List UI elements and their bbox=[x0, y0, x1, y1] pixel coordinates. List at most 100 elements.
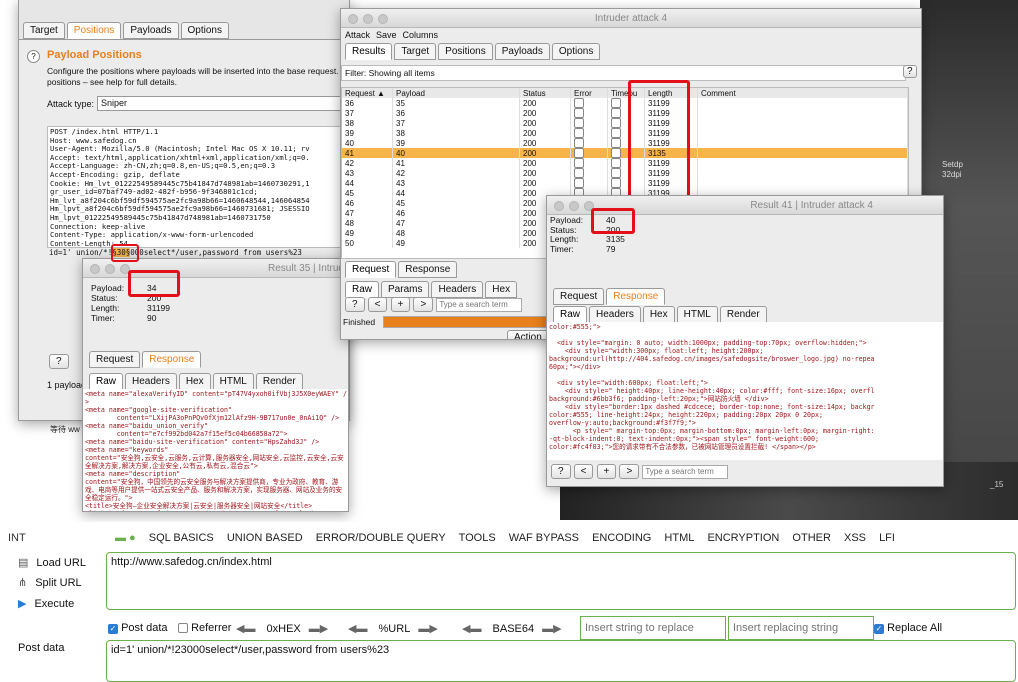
load-url-action[interactable]: ▤ Load URL bbox=[18, 556, 86, 569]
subtab-hex[interactable]: Hex bbox=[485, 281, 518, 298]
response-body[interactable]: color:#555;"> <div style="margin: 0 auto… bbox=[547, 322, 943, 460]
col-comment[interactable]: Comment bbox=[697, 88, 908, 98]
table-row[interactable]: 42 41 200 31199 bbox=[342, 158, 908, 168]
help-icon[interactable]: ? bbox=[27, 50, 40, 63]
help-button[interactable]: ? bbox=[345, 297, 365, 312]
table-row[interactable]: 39 38 200 31199 bbox=[342, 128, 908, 138]
subtab-raw[interactable]: Raw bbox=[89, 373, 124, 390]
subtab-render[interactable]: Render bbox=[255, 373, 303, 390]
actions-button[interactable]: Action bbox=[507, 330, 549, 339]
post-data-checkbox[interactable]: ✓ Post data bbox=[108, 622, 168, 634]
hex-encode-button[interactable]: ◀▬ 0xHEX ▬▶ bbox=[236, 622, 328, 635]
menu-columns[interactable]: Columns bbox=[403, 30, 439, 40]
menu-error-double[interactable]: ERROR/DOUBLE QUERY bbox=[316, 532, 446, 544]
subtab-raw[interactable]: Raw bbox=[345, 281, 380, 298]
help-button[interactable]: ? bbox=[551, 464, 571, 479]
table-row[interactable]: 44 43 200 31199 bbox=[342, 178, 908, 188]
subtab-hex[interactable]: Hex bbox=[178, 373, 211, 390]
response-body[interactable]: <meta name="alexaVerifyID" content="pT47… bbox=[83, 389, 348, 511]
prev-button[interactable]: < bbox=[367, 297, 388, 312]
tab-target[interactable]: Target bbox=[23, 22, 65, 39]
tab-response[interactable]: Response bbox=[606, 288, 666, 305]
menu-other[interactable]: OTHER bbox=[792, 532, 831, 544]
close-icon[interactable] bbox=[554, 201, 564, 211]
minimize-icon[interactable] bbox=[105, 264, 115, 274]
url-field[interactable]: http://www.safedog.cn/index.html bbox=[106, 552, 1016, 610]
post-data-field[interactable]: id=1' union/*!23000select*/user,password… bbox=[106, 640, 1016, 682]
tab-request[interactable]: Request bbox=[553, 288, 605, 305]
menu-html[interactable]: HTML bbox=[664, 532, 694, 544]
table-row[interactable]: 37 36 200 31199 bbox=[342, 108, 908, 118]
replace-all-checkbox[interactable]: ✓ Replace All bbox=[874, 622, 942, 634]
col-error[interactable]: Error bbox=[570, 88, 608, 98]
tab-options[interactable]: Options bbox=[180, 22, 229, 39]
menu-xss[interactable]: XSS bbox=[844, 532, 866, 544]
subtab-headers[interactable]: Headers bbox=[589, 306, 641, 323]
replace-string-input[interactable] bbox=[580, 616, 726, 640]
menu-union-based[interactable]: UNION BASED bbox=[227, 532, 303, 544]
subtab-headers[interactable]: Headers bbox=[125, 373, 177, 390]
table-row[interactable]: 43 42 200 31199 bbox=[342, 168, 908, 178]
tab-positions[interactable]: Positions bbox=[66, 22, 122, 39]
tab-request[interactable]: Request bbox=[89, 351, 141, 368]
close-icon[interactable] bbox=[90, 264, 100, 274]
post-body[interactable]: id=1' union/*!§30§000select*/user,passwo… bbox=[49, 248, 302, 257]
referrer-checkbox[interactable]: Referrer bbox=[178, 622, 231, 634]
url-encode-button[interactable]: ◀▬ %URL ▬▶ bbox=[348, 622, 438, 635]
menu-encoding[interactable]: ENCODING bbox=[592, 532, 651, 544]
execute-action[interactable]: ▶ Execute bbox=[18, 597, 74, 610]
table-row[interactable]: 40 39 200 31199 bbox=[342, 138, 908, 148]
next-button[interactable]: > bbox=[413, 297, 434, 312]
prev-button[interactable]: < bbox=[573, 464, 594, 479]
col-request[interactable]: Request ▲ bbox=[342, 88, 393, 98]
minimize-icon[interactable] bbox=[569, 201, 579, 211]
replacing-string-input[interactable] bbox=[728, 616, 874, 640]
tab-response[interactable]: Response bbox=[142, 351, 202, 368]
table-row[interactable]: 41 40 200 3135 bbox=[342, 148, 908, 158]
tab-positions[interactable]: Positions bbox=[438, 43, 493, 60]
subtab-html[interactable]: HTML bbox=[212, 373, 254, 390]
menu-encryption[interactable]: ENCRYPTION bbox=[707, 532, 779, 544]
tab-payloads[interactable]: Payloads bbox=[494, 43, 550, 60]
menu-tools[interactable]: TOOLS bbox=[459, 532, 496, 544]
attack-type-select[interactable]: Sniper bbox=[97, 96, 349, 111]
subtab-params[interactable]: Params bbox=[381, 281, 430, 298]
next-button[interactable]: > bbox=[619, 464, 640, 479]
tab-options[interactable]: Options bbox=[551, 43, 601, 60]
question-button[interactable]: ? bbox=[49, 354, 69, 369]
add-button[interactable]: + bbox=[390, 297, 411, 312]
subtab-html[interactable]: HTML bbox=[676, 306, 718, 323]
col-payload[interactable]: Payload bbox=[392, 88, 520, 98]
filter-help-button[interactable]: ? bbox=[903, 65, 917, 78]
tab-results[interactable]: Results bbox=[345, 43, 393, 60]
cell-req: 38 bbox=[342, 118, 393, 128]
search-input[interactable] bbox=[436, 297, 523, 312]
cell-comment bbox=[697, 108, 908, 118]
menu-waf-bypass[interactable]: WAF BYPASS bbox=[509, 532, 579, 544]
tab-response[interactable]: Response bbox=[398, 261, 458, 278]
request-editor[interactable]: POST /index.html HTTP/1.1 Host: www.safe… bbox=[47, 126, 349, 248]
table-row[interactable]: 38 37 200 31199 bbox=[342, 118, 908, 128]
filter-bar[interactable]: Filter: Showing all items bbox=[341, 65, 906, 81]
tab-payloads[interactable]: Payloads bbox=[123, 22, 179, 39]
cell-status: 200 bbox=[519, 138, 571, 148]
play-icon: ▶ bbox=[18, 598, 27, 610]
subtab-render[interactable]: Render bbox=[719, 306, 767, 323]
menu-save[interactable]: Save bbox=[376, 30, 397, 40]
add-button[interactable]: + bbox=[596, 464, 617, 479]
search-input[interactable] bbox=[642, 464, 729, 479]
payload-marker-highlight bbox=[111, 244, 139, 262]
col-status[interactable]: Status bbox=[519, 88, 571, 98]
menu-attack[interactable]: Attack bbox=[345, 30, 370, 40]
menu-sql-basics[interactable]: SQL BASICS bbox=[149, 532, 214, 544]
tab-target[interactable]: Target bbox=[394, 43, 437, 60]
table-row[interactable]: 36 35 200 31199 bbox=[342, 98, 908, 108]
result-35-tabs: Request Response bbox=[89, 351, 203, 368]
subtab-raw[interactable]: Raw bbox=[553, 306, 588, 323]
tab-request[interactable]: Request bbox=[345, 261, 397, 278]
base64-button[interactable]: ◀▬ BASE64 ▬▶ bbox=[462, 622, 562, 635]
subtab-hex[interactable]: Hex bbox=[642, 306, 675, 323]
subtab-headers[interactable]: Headers bbox=[431, 281, 484, 298]
menu-lfi[interactable]: LFI bbox=[879, 532, 895, 544]
split-url-action[interactable]: ⋔ Split URL bbox=[18, 576, 82, 589]
